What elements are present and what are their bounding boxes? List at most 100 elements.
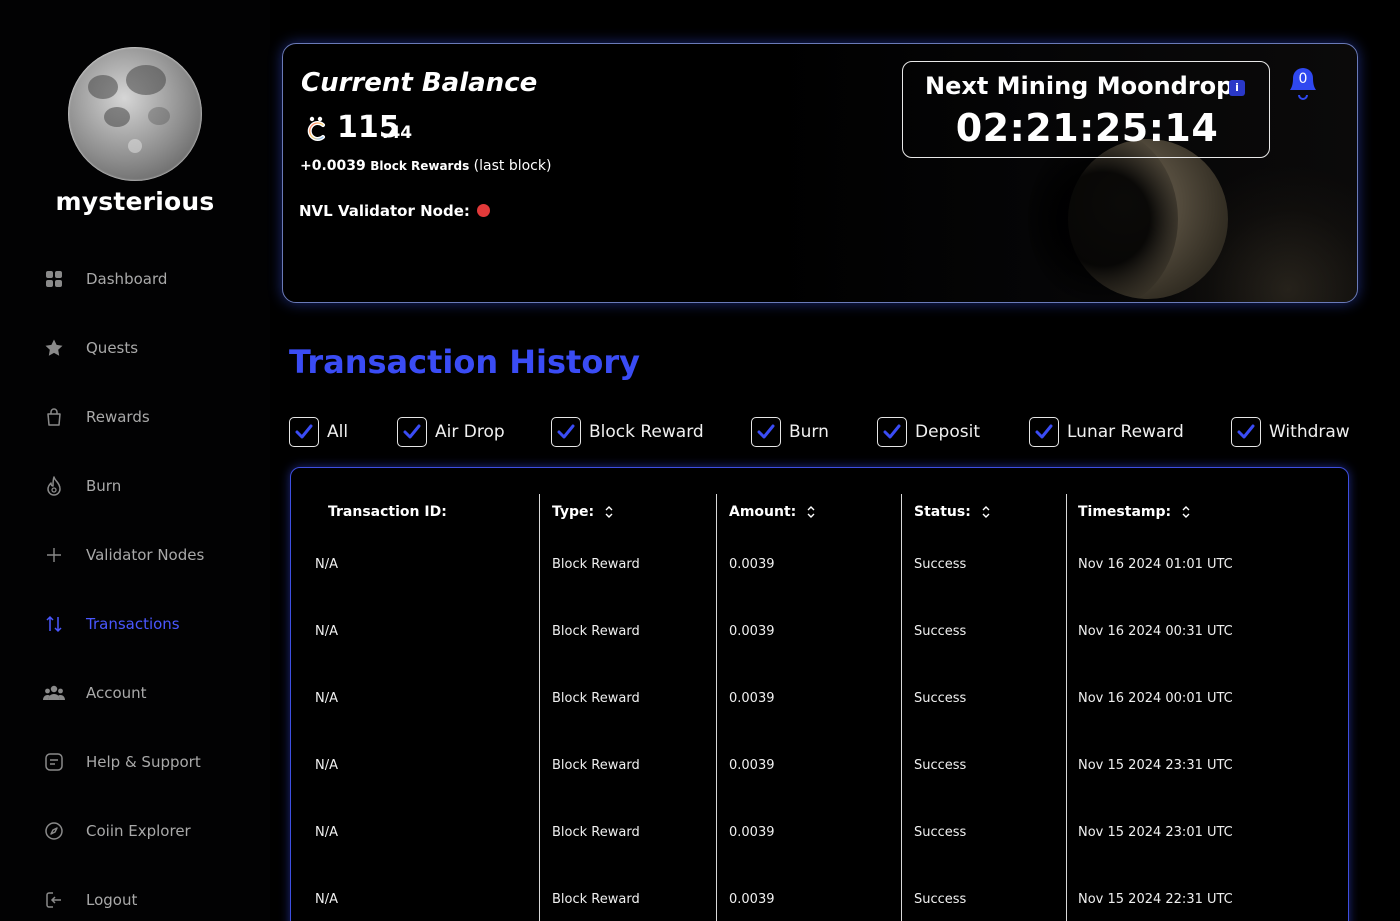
column-header-label: Status: [914, 504, 971, 520]
filter-label: Burn [789, 422, 829, 442]
message-icon [43, 751, 65, 773]
checkbox[interactable] [1029, 417, 1059, 447]
cell-transaction-id: N/A [315, 892, 338, 907]
column-header-label: Type: [552, 504, 595, 520]
sidebar-item-account[interactable]: Account [0, 673, 270, 713]
cell-transaction-id: N/A [315, 557, 338, 572]
balance-title: Current Balance [301, 68, 538, 98]
column-divider [716, 494, 717, 921]
moondrop-title: Next Mining Moondrop: [925, 72, 1243, 100]
column-header-amount[interactable]: Amount: [729, 504, 816, 520]
sidebar-item-coiin-explorer[interactable]: Coiin Explorer [0, 811, 270, 851]
sidebar-item-quests[interactable]: Quests [0, 328, 270, 368]
column-header-type[interactable]: Type: [552, 504, 614, 520]
reward-amount: +0.0039 [300, 158, 366, 174]
cell-amount: 0.0039 [729, 825, 775, 840]
sidebar-item-label: Validator Nodes [86, 546, 205, 564]
cell-status: Success [914, 691, 967, 706]
sidebar-item-transactions[interactable]: Transactions [0, 604, 270, 644]
sort-icon[interactable] [604, 505, 614, 519]
moondrop-countdown: 02:21:25:14 [955, 106, 1219, 150]
sidebar-item-rewards[interactable]: Rewards [0, 397, 270, 437]
checkbox[interactable] [289, 417, 319, 447]
checkbox[interactable] [877, 417, 907, 447]
cell-status: Success [914, 557, 967, 572]
filter-label: Lunar Reward [1067, 422, 1184, 442]
check-icon [295, 424, 313, 439]
cell-transaction-id: N/A [315, 624, 338, 639]
cell-type: Block Reward [552, 892, 640, 907]
sidebar-item-label: Logout [86, 891, 138, 909]
cell-amount: 0.0039 [729, 624, 775, 639]
balance-card: Current Balance 115 .44 +0.0039 Block Re… [282, 43, 1358, 303]
reward-label: Block Rewards [370, 159, 470, 173]
filter-label: Air Drop [435, 422, 505, 442]
cell-status: Success [914, 758, 967, 773]
filter-label: Block Reward [589, 422, 704, 442]
cell-type: Block Reward [552, 624, 640, 639]
sidebar-item-label: Transactions [86, 615, 180, 633]
sidebar-item-label: Coiin Explorer [86, 822, 191, 840]
coin-icon [307, 116, 325, 141]
check-icon [757, 424, 775, 439]
cell-type: Block Reward [552, 691, 640, 706]
star-icon [43, 337, 65, 359]
sort-icon[interactable] [1181, 505, 1191, 519]
sidebar-item-label: Rewards [86, 408, 150, 426]
sidebar-item-help-support[interactable]: Help & Support [0, 742, 270, 782]
filter-air-drop[interactable]: Air Drop [397, 416, 505, 448]
cell-amount: 0.0039 [729, 758, 775, 773]
sidebar-item-validator-nodes[interactable]: Validator Nodes [0, 535, 270, 575]
sidebar-item-logout[interactable]: Logout [0, 880, 270, 920]
transactions-table: Transaction ID: Type: Amount: Status: Ti… [290, 467, 1349, 921]
sidebar-item-dashboard[interactable]: Dashboard [0, 259, 270, 299]
sidebar-item-label: Account [86, 684, 147, 702]
block-rewards-line: +0.0039 Block Rewards (last block) [300, 158, 551, 174]
moondrop-countdown-box: Next Mining Moondrop: i 02:21:25:14 [902, 61, 1270, 158]
grid-icon [43, 268, 65, 290]
column-divider [539, 494, 540, 921]
checkbox[interactable] [1231, 417, 1261, 447]
column-header-timestamp[interactable]: Timestamp: [1078, 504, 1191, 520]
page-title: Transaction History [289, 343, 640, 381]
filter-lunar-reward[interactable]: Lunar Reward [1029, 416, 1184, 448]
sidebar-item-burn[interactable]: Burn [0, 466, 270, 506]
sort-icon[interactable] [806, 505, 816, 519]
balance-decimal: .44 [382, 123, 413, 143]
check-icon [883, 424, 901, 439]
cell-status: Success [914, 624, 967, 639]
sidebar-item-label: Help & Support [86, 753, 201, 771]
info-icon[interactable]: i [1229, 80, 1245, 96]
transaction-filters: All Air Drop Block Reward Burn Deposit L… [289, 416, 1369, 448]
filter-burn[interactable]: Burn [751, 416, 829, 448]
column-header-label: Transaction ID: [328, 504, 447, 520]
column-divider [901, 494, 902, 921]
column-header-status[interactable]: Status: [914, 504, 991, 520]
arrows-updown-icon [43, 613, 65, 635]
checkbox[interactable] [551, 417, 581, 447]
filter-withdraw[interactable]: Withdraw [1231, 416, 1350, 448]
avatar[interactable] [68, 47, 202, 181]
sort-icon[interactable] [981, 505, 991, 519]
cell-transaction-id: N/A [315, 758, 338, 773]
validator-status-dot [477, 204, 490, 217]
checkbox[interactable] [397, 417, 427, 447]
cell-transaction-id: N/A [315, 691, 338, 706]
flame-icon [43, 475, 65, 497]
checkbox[interactable] [751, 417, 781, 447]
bag-icon [43, 406, 65, 428]
filter-deposit[interactable]: Deposit [877, 416, 980, 448]
filter-all[interactable]: All [289, 416, 348, 448]
notification-bell-icon[interactable]: 0 [1286, 62, 1320, 102]
cell-timestamp: Nov 15 2024 22:31 UTC [1078, 892, 1233, 907]
compass-icon [43, 820, 65, 842]
cell-transaction-id: N/A [315, 825, 338, 840]
filter-label: Withdraw [1269, 422, 1350, 442]
cell-type: Block Reward [552, 557, 640, 572]
filter-label: Deposit [915, 422, 980, 442]
check-icon [557, 424, 575, 439]
filter-label: All [327, 422, 349, 442]
sidebar-item-label: Burn [86, 477, 122, 495]
filter-block-reward[interactable]: Block Reward [551, 416, 704, 448]
notification-count: 0 [1299, 71, 1308, 87]
